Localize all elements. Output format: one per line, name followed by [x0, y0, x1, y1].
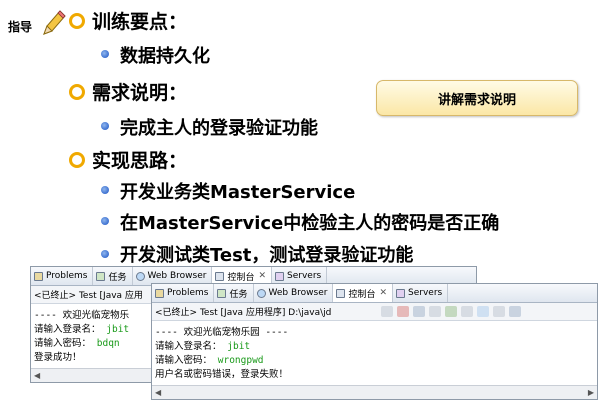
console-line: 请输入密码： bdqn: [34, 335, 120, 349]
scroll-left-icon[interactable]: ◀: [155, 388, 161, 397]
heading-requirements: 需求说明：: [92, 82, 188, 104]
servers-icon: [275, 271, 285, 281]
sub-item: 完成主人的登录验证功能: [120, 118, 318, 139]
display-console-icon[interactable]: [493, 306, 505, 317]
bullet-dot-icon: [101, 186, 109, 194]
tab-label: 任务: [108, 272, 127, 283]
input-value: bdqn: [96, 338, 120, 349]
horizontal-scrollbar[interactable]: ◀ ▶: [152, 385, 597, 399]
scroll-right-icon[interactable]: ▶: [588, 388, 594, 397]
remove-all-icon[interactable]: [413, 306, 425, 317]
tab-label: Servers: [408, 288, 443, 298]
sub-item: 开发业务类MasterService: [120, 182, 356, 203]
input-value: jbit: [227, 341, 251, 352]
pin-console-icon[interactable]: [477, 306, 489, 317]
servers-icon: [396, 288, 406, 298]
heading-implementation: 实现思路：: [92, 150, 188, 172]
console-line: 请输入登录名： jbit: [155, 338, 250, 352]
tab-label: Servers: [287, 271, 322, 281]
tab-label: Problems: [46, 271, 88, 281]
tab-console[interactable]: 控制台 ✕: [333, 284, 394, 302]
tasks-icon: [96, 271, 106, 281]
console-line: 登录成功！: [34, 352, 82, 363]
bullet-dot-icon: [101, 217, 109, 225]
clear-console-icon[interactable]: [429, 306, 441, 317]
bullet-ring-icon: [69, 13, 85, 29]
close-icon[interactable]: ✕: [379, 288, 387, 298]
sub-item: 在MasterService中检验主人的密码是否正确: [120, 213, 500, 234]
close-icon[interactable]: ✕: [258, 271, 266, 281]
tab-label: Web Browser: [268, 288, 328, 298]
sub-item: 数据持久化: [120, 46, 210, 67]
open-console-icon[interactable]: [509, 306, 521, 317]
tab-web-browser[interactable]: Web Browser: [254, 284, 334, 302]
tab-servers[interactable]: Servers: [393, 284, 449, 302]
input-value: wrongpwd: [217, 355, 264, 366]
console-window-failure: Problems 任务 Web Browser 控制台 ✕ Servers <已终…: [151, 283, 598, 400]
tab-label: 控制台: [227, 272, 255, 283]
bullet-ring-icon: [69, 152, 85, 168]
problems-icon: [34, 271, 43, 281]
guide-label: 指导: [8, 20, 33, 34]
console-icon: [336, 288, 346, 298]
tab-tasks[interactable]: 任务: [214, 284, 254, 302]
tab-problems[interactable]: Problems: [152, 284, 215, 302]
tasks-icon: [217, 288, 227, 298]
console-line: 用户名或密码错误，登录失败！: [155, 369, 289, 380]
bullet-dot-icon: [101, 250, 109, 258]
tab-tasks[interactable]: 任务: [93, 267, 133, 285]
input-value: jbit: [106, 324, 130, 335]
tab-label: 任务: [229, 289, 248, 300]
console-header-text: <已终止> Test [Java 应用程序] D:\java\jd: [155, 308, 332, 318]
explain-requirements-button[interactable]: 讲解需求说明: [376, 80, 578, 116]
sub-item: 开发测试类Test，测试登录验证功能: [120, 245, 414, 266]
scroll-left-icon[interactable]: ◀: [34, 371, 40, 380]
pencil-icon: [43, 10, 66, 35]
tab-label: 控制台: [348, 289, 376, 300]
tab-label: Web Browser: [147, 271, 207, 281]
console-line: ---- 欢迎光临宠物乐: [34, 310, 130, 321]
bullet-dot-icon: [101, 122, 109, 130]
prompt-text: 请输入登录名：: [155, 341, 222, 352]
prompt-text: 请输入密码：: [34, 338, 92, 349]
heading-training-points: 训练要点：: [92, 11, 188, 33]
tab-problems[interactable]: Problems: [31, 267, 94, 285]
bullet-ring-icon: [69, 84, 85, 100]
console-line: 请输入登录名： jbit: [34, 321, 129, 335]
remove-launch-icon[interactable]: [397, 306, 409, 317]
prompt-text: 请输入密码：: [155, 355, 213, 366]
web-browser-icon: [256, 288, 266, 298]
word-wrap-icon[interactable]: [461, 306, 473, 317]
prompt-text: 请输入登录名：: [34, 324, 101, 335]
console-line: ---- 欢迎光临宠物乐园 ----: [155, 327, 289, 338]
scroll-lock-icon[interactable]: [445, 306, 457, 317]
problems-icon: [155, 288, 164, 298]
terminate-icon[interactable]: [381, 306, 393, 317]
bullet-dot-icon: [101, 50, 109, 58]
web-browser-icon: [135, 271, 145, 281]
console-header: <已终止> Test [Java 应用程序] D:\java\jd: [152, 303, 597, 321]
tab-label: Problems: [167, 288, 209, 298]
console-line: 请输入密码： wrongpwd: [155, 352, 264, 366]
console-icon: [215, 271, 225, 281]
guide-badge: 指导: [2, 2, 66, 44]
view-tab-bar: Problems 任务 Web Browser 控制台 ✕ Servers: [152, 284, 597, 303]
